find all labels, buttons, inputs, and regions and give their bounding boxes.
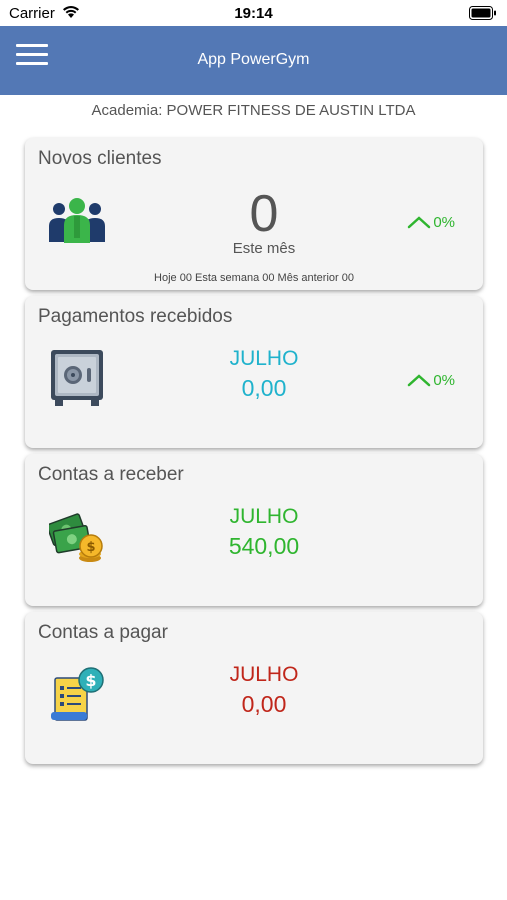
clock: 19:14 [234, 5, 273, 22]
trend-indicator: 0% [407, 372, 455, 389]
month-label: JULHO [229, 505, 299, 528]
trend-value: 0% [433, 372, 455, 389]
new-clients-card[interactable]: Novos clientes 0 Este mês 0% Hoje 00 Est… [25, 138, 483, 290]
amount-value: 540,00 [228, 533, 300, 560]
app-title: App PowerGym [197, 51, 310, 68]
trend-up-icon [408, 216, 431, 229]
app-bar: App PowerGym [0, 26, 507, 95]
payments-received-card[interactable]: Pagamentos recebidos JULHO 0,00 0% [25, 296, 483, 448]
svg-text:$: $ [85, 671, 96, 690]
card-title: Pagamentos recebidos [38, 306, 233, 327]
svg-text:$: $ [86, 540, 95, 555]
amount-value: 0,00 [241, 375, 287, 402]
battery-icon [469, 6, 497, 25]
month-label: JULHO [229, 347, 299, 370]
trend-up-icon [408, 374, 431, 387]
gym-name: Academia: POWER FITNESS DE AUSTIN LTDA [91, 102, 416, 119]
period-label: Este mês [232, 240, 296, 257]
month-label: JULHO [229, 663, 299, 686]
people-icon [47, 196, 107, 253]
status-bar: Carrier 19:14 [0, 0, 507, 26]
money-icon: $ [46, 510, 105, 571]
new-clients-count: 0 [249, 185, 279, 243]
summary-footer: Hoje 00 Esta semana 00 Mês anterior 00 [154, 272, 354, 284]
accounts-receivable-card[interactable]: Contas a receber $ JULHO 540,00 [25, 454, 483, 606]
card-title: Contas a pagar [38, 622, 168, 643]
safe-icon [49, 348, 105, 413]
trend-indicator: 0% [407, 214, 455, 231]
amount-value: 0,00 [241, 691, 287, 718]
accounts-payable-card[interactable]: Contas a pagar $ JULHO 0,00 [25, 612, 483, 764]
card-title: Novos clientes [38, 148, 162, 169]
bill-icon: $ [49, 666, 107, 729]
card-title: Contas a receber [38, 464, 184, 485]
trend-value: 0% [433, 214, 455, 231]
